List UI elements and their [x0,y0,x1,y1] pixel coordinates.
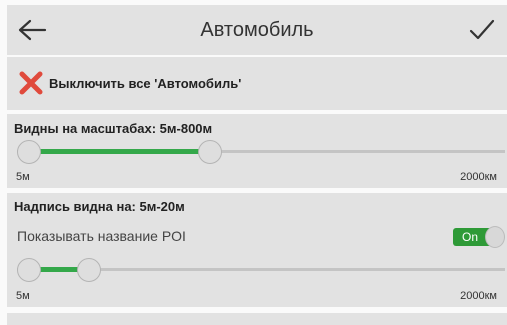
label-range-slider[interactable] [17,256,505,284]
zoom-range-section: Видны на масштабах: 5м-800м 5м 2000км [7,114,507,188]
next-section-edge [7,313,507,325]
slider-max-label: 2000км [460,171,497,183]
slider-thumb-min[interactable] [17,140,41,164]
slider-thumb-max[interactable] [197,140,222,164]
slider-max-label: 2000км [460,290,497,302]
zoom-range-slider[interactable] [17,138,505,166]
red-x-icon [19,71,43,95]
show-poi-name-toggle[interactable]: On [453,226,505,248]
checkmark-icon[interactable] [469,17,495,43]
disable-all-label: Выключить все 'Автомобиль' [49,76,242,91]
header-bar: Автомобиль [7,5,507,55]
slider-thumb-min[interactable] [17,258,41,282]
slider-fill [29,149,210,154]
slider-min-label: 5м [16,290,30,302]
settings-screen: Автомобиль Выключить все 'Автомобиль' Ви… [0,0,507,325]
zoom-range-title: Видны на масштабах: 5м-800м [14,121,213,136]
disable-all-row[interactable]: Выключить все 'Автомобиль' [7,57,507,110]
toggle-knob [485,226,505,248]
slider-min-label: 5м [16,171,30,183]
toggle-state-label: On [462,230,479,244]
page-title: Автомобиль [200,19,314,41]
slider-thumb-max[interactable] [77,258,102,282]
label-range-section: Надпись видна на: 5м-20м Показывать назв… [7,193,507,307]
show-poi-name-label: Показывать название POI [17,228,186,244]
label-range-title: Надпись видна на: 5м-20м [14,199,185,214]
